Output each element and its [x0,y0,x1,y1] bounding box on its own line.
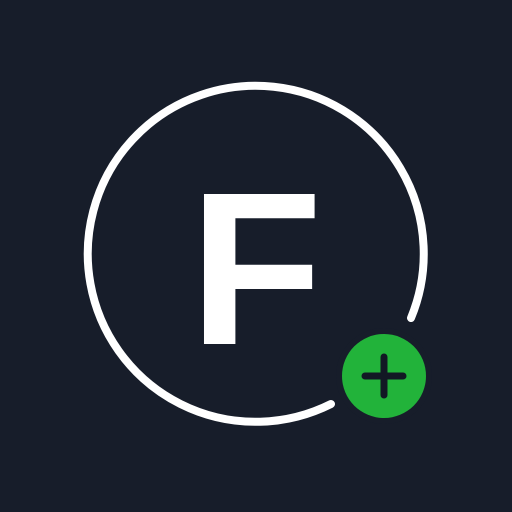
add-badge[interactable] [0,0,512,512]
app-icon: F [0,0,512,512]
